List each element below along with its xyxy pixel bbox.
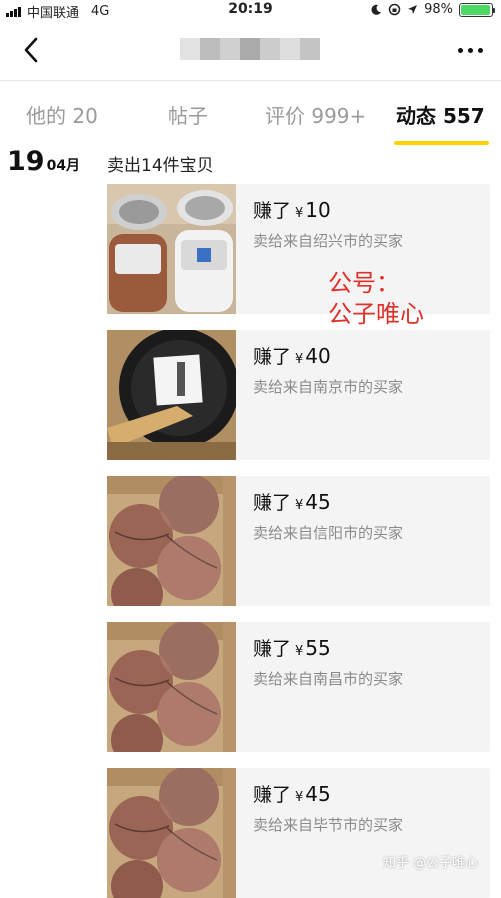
location-icon <box>408 5 418 14</box>
item-thumbnail <box>107 330 236 460</box>
blurred-username <box>180 38 320 60</box>
earned-amount: 赚了 ¥55 <box>253 634 331 661</box>
sold-item-card[interactable]: 赚了 ¥10 卖给来自绍兴市的买家 <box>107 184 490 314</box>
tab-reviews[interactable]: 评价 999+ <box>265 100 366 129</box>
tab-activity[interactable]: 动态 557 <box>396 100 485 129</box>
earn-label: 赚了 <box>253 200 292 222</box>
item-thumbnail <box>107 184 236 314</box>
earn-label: 赚了 <box>253 346 292 368</box>
status-bar: 中国联通 4G 20:19 98% <box>0 0 501 21</box>
sold-item-card[interactable]: 赚了 ¥45 卖给来自毕节市的买家 <box>107 768 490 898</box>
back-icon[interactable] <box>18 34 48 66</box>
buyer-location: 卖给来自绍兴市的买家 <box>253 232 404 250</box>
buyer-location: 卖给来自信阳市的买家 <box>253 524 404 542</box>
item-thumbnail <box>107 622 236 752</box>
currency-symbol: ¥ <box>295 790 304 805</box>
item-thumbnail <box>107 768 236 898</box>
nav-bar <box>0 20 501 81</box>
earn-label: 赚了 <box>253 638 292 660</box>
currency-symbol: ¥ <box>295 498 304 513</box>
tab-bar: 他的 20 帖子 评价 999+ 动态 557 <box>0 80 501 145</box>
sold-summary: 卖出14件宝贝 <box>107 156 214 176</box>
watermark-line2: 公子唯心 <box>328 300 424 328</box>
amount-value: 10 <box>305 198 331 222</box>
earned-amount: 赚了 ¥10 <box>253 196 331 223</box>
feed-date: 19 04月 <box>7 146 80 177</box>
watermark-text: 公号： 公子唯心 <box>328 268 424 330</box>
sold-item-card[interactable]: 赚了 ¥40 卖给来自南京市的买家 <box>107 330 490 460</box>
currency-symbol: ¥ <box>295 352 304 367</box>
watermark-line1: 公号： <box>328 269 400 297</box>
amount-value: 45 <box>305 782 331 806</box>
moon-icon <box>371 4 382 15</box>
earn-label: 赚了 <box>253 784 292 806</box>
tab-posts[interactable]: 帖子 <box>168 100 208 129</box>
buyer-location: 卖给来自毕节市的买家 <box>253 816 404 834</box>
buyer-location: 卖给来自南昌市的买家 <box>253 670 404 688</box>
rotation-lock-icon <box>388 3 401 16</box>
earned-amount: 赚了 ¥45 <box>253 780 331 807</box>
buyer-location: 卖给来自南京市的买家 <box>253 378 404 396</box>
battery-percent: 98% <box>424 2 453 17</box>
sold-item-card[interactable]: 赚了 ¥55 卖给来自南昌市的买家 <box>107 622 490 752</box>
battery-icon <box>459 2 495 17</box>
feed-month: 04月 <box>46 158 81 174</box>
feed-day: 19 <box>7 146 45 177</box>
currency-symbol: ¥ <box>295 644 304 659</box>
item-thumbnail <box>107 476 236 606</box>
zhihu-watermark: 知乎 @公子唯心 <box>383 856 479 871</box>
active-tab-indicator <box>394 141 489 145</box>
tab-followers[interactable]: 他的 20 <box>26 100 98 129</box>
currency-symbol: ¥ <box>295 206 304 221</box>
earned-amount: 赚了 ¥45 <box>253 488 331 515</box>
more-icon[interactable] <box>458 38 483 62</box>
earn-label: 赚了 <box>253 492 292 514</box>
amount-value: 40 <box>305 344 331 368</box>
sold-item-card[interactable]: 赚了 ¥45 卖给来自信阳市的买家 <box>107 476 490 606</box>
amount-value: 55 <box>305 636 331 660</box>
earned-amount: 赚了 ¥40 <box>253 342 331 369</box>
amount-value: 45 <box>305 490 331 514</box>
